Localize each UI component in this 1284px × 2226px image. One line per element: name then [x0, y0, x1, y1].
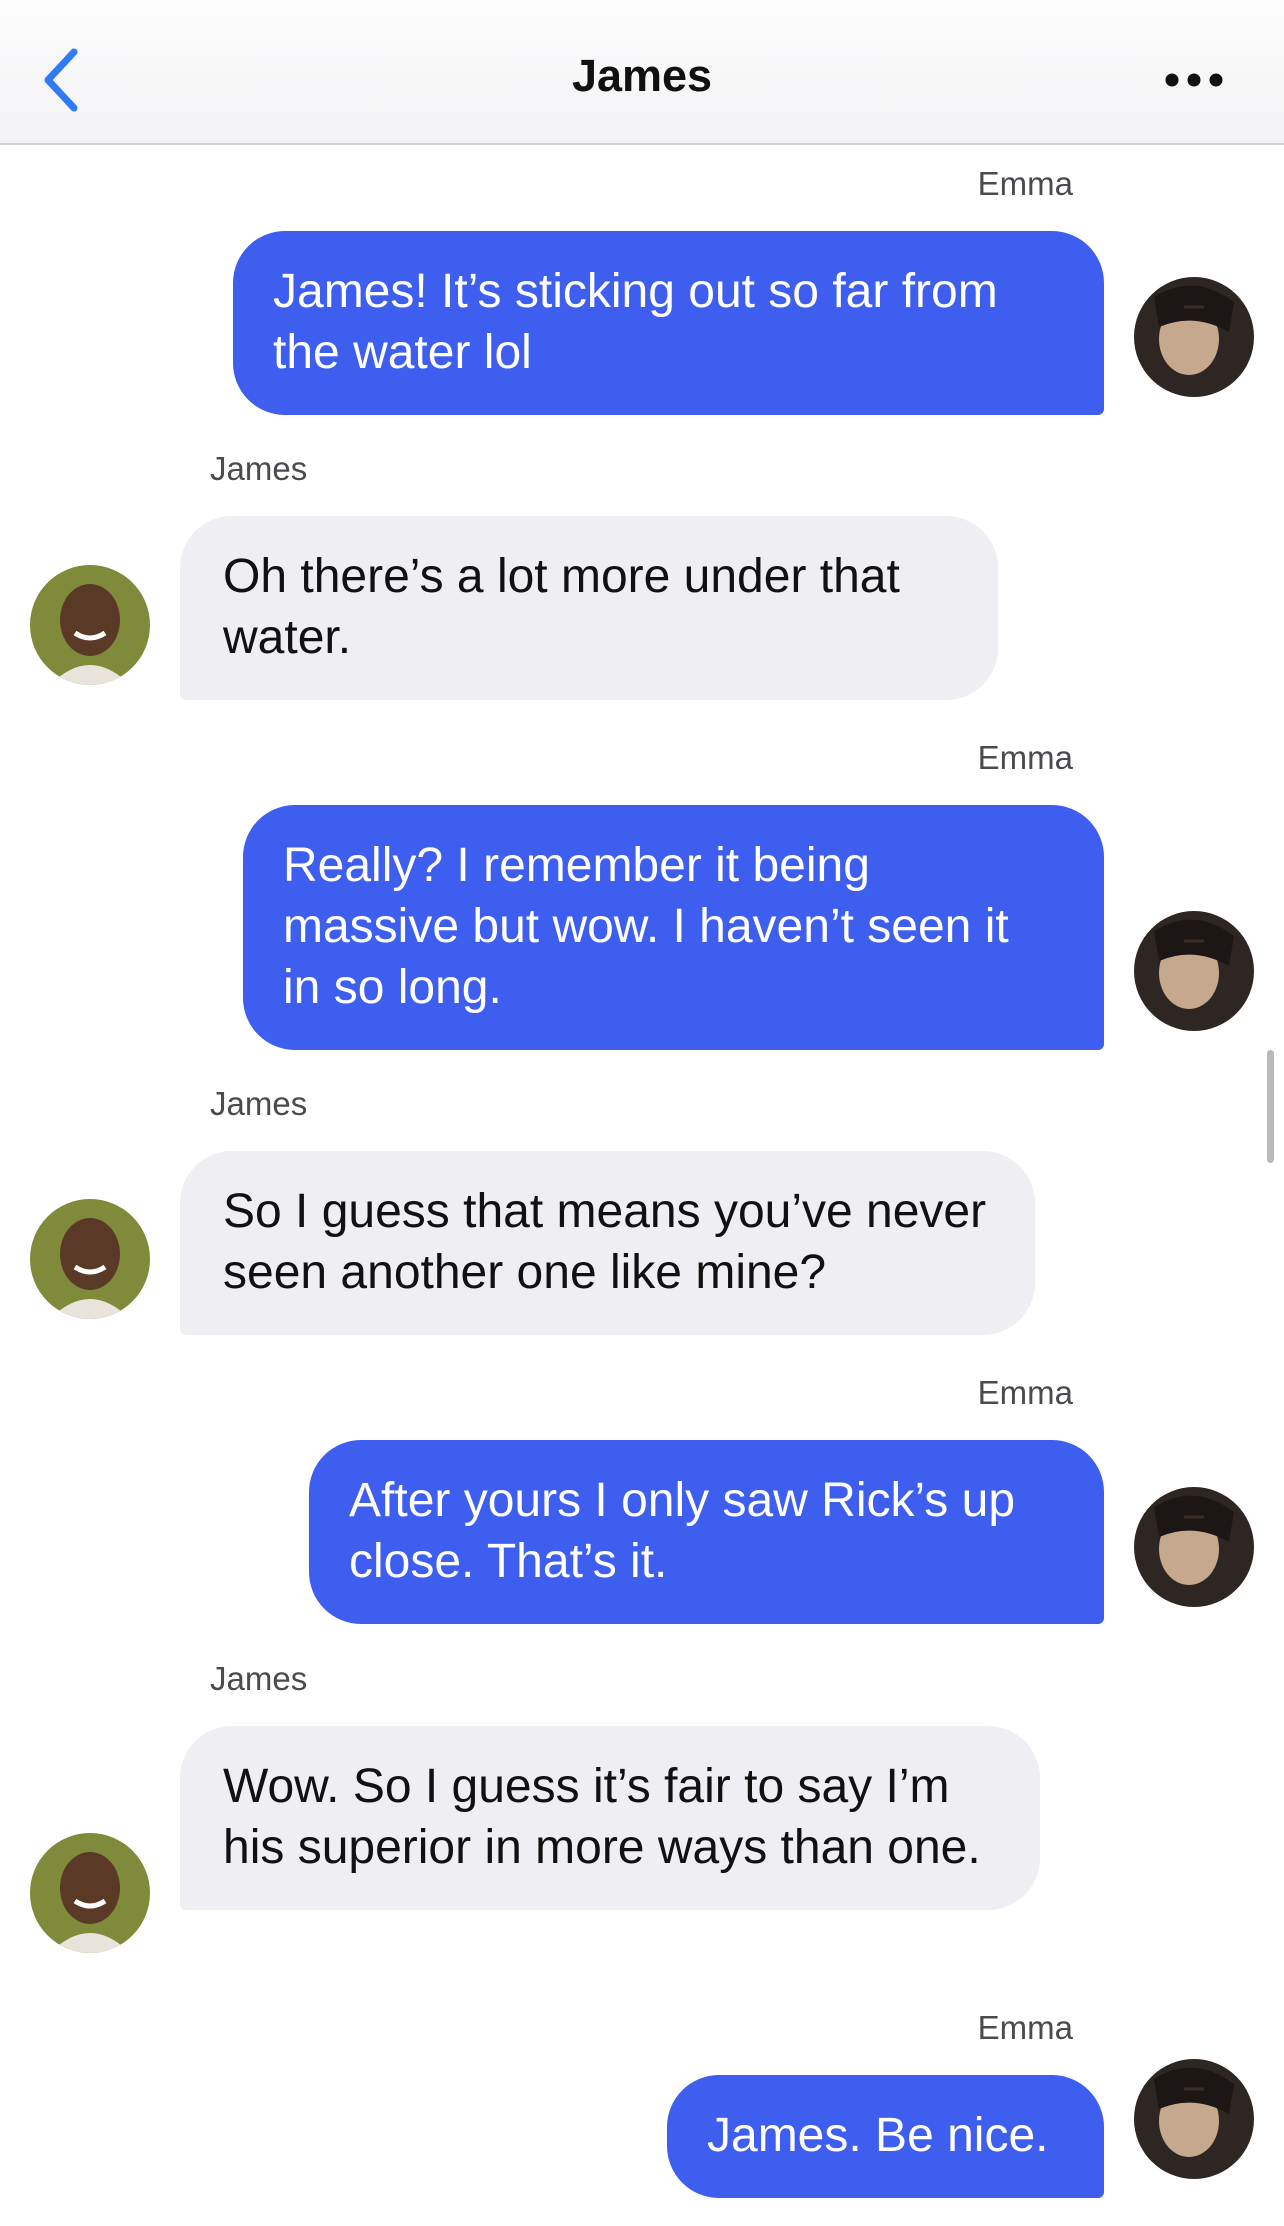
- avatar-james[interactable]: [30, 1199, 150, 1319]
- outgoing-message-bubble[interactable]: James! It’s sticking out so far from the…: [233, 231, 1104, 415]
- avatar-emma[interactable]: [1134, 1487, 1254, 1607]
- nav-bar: James: [0, 0, 1284, 145]
- sender-name: James: [210, 1660, 308, 1697]
- incoming-message-bubble[interactable]: Oh there’s a lot more under that water.: [180, 516, 998, 700]
- incoming-message-bubble[interactable]: Wow. So I guess it’s fair to say I’m his…: [180, 1726, 1040, 1910]
- avatar-emma[interactable]: [1134, 2059, 1254, 2179]
- avatar-emma[interactable]: [1134, 277, 1254, 397]
- emma-avatar-icon: [1134, 911, 1254, 1031]
- outgoing-message-bubble[interactable]: Really? I remember it being massive but …: [243, 805, 1104, 1050]
- sender-name: Emma: [977, 739, 1073, 776]
- sender-name: James: [210, 1085, 308, 1122]
- emma-avatar-icon: [1134, 1487, 1254, 1607]
- james-avatar-icon: [30, 1199, 150, 1319]
- sender-name: Emma: [977, 165, 1073, 202]
- avatar-james[interactable]: [30, 1833, 150, 1953]
- ellipsis-icon: [1165, 73, 1223, 87]
- scroll-indicator[interactable]: [1267, 1050, 1274, 1163]
- sender-name: James: [210, 450, 308, 487]
- sender-name: Emma: [977, 1374, 1073, 1411]
- emma-avatar-icon: [1134, 2059, 1254, 2179]
- outgoing-message-bubble[interactable]: After yours I only saw Rick’s up close. …: [309, 1440, 1104, 1624]
- incoming-message-bubble[interactable]: So I guess that means you’ve never seen …: [180, 1151, 1035, 1335]
- more-options-button[interactable]: [1154, 55, 1234, 105]
- avatar-emma[interactable]: [1134, 911, 1254, 1031]
- conversation-title: James: [571, 50, 713, 101]
- sender-name: Emma: [977, 2009, 1073, 2046]
- outgoing-message-bubble[interactable]: James. Be nice.: [667, 2075, 1104, 2198]
- james-avatar-icon: [30, 565, 150, 685]
- james-avatar-icon: [30, 1833, 150, 1953]
- emma-avatar-icon: [1134, 277, 1254, 397]
- avatar-james[interactable]: [30, 565, 150, 685]
